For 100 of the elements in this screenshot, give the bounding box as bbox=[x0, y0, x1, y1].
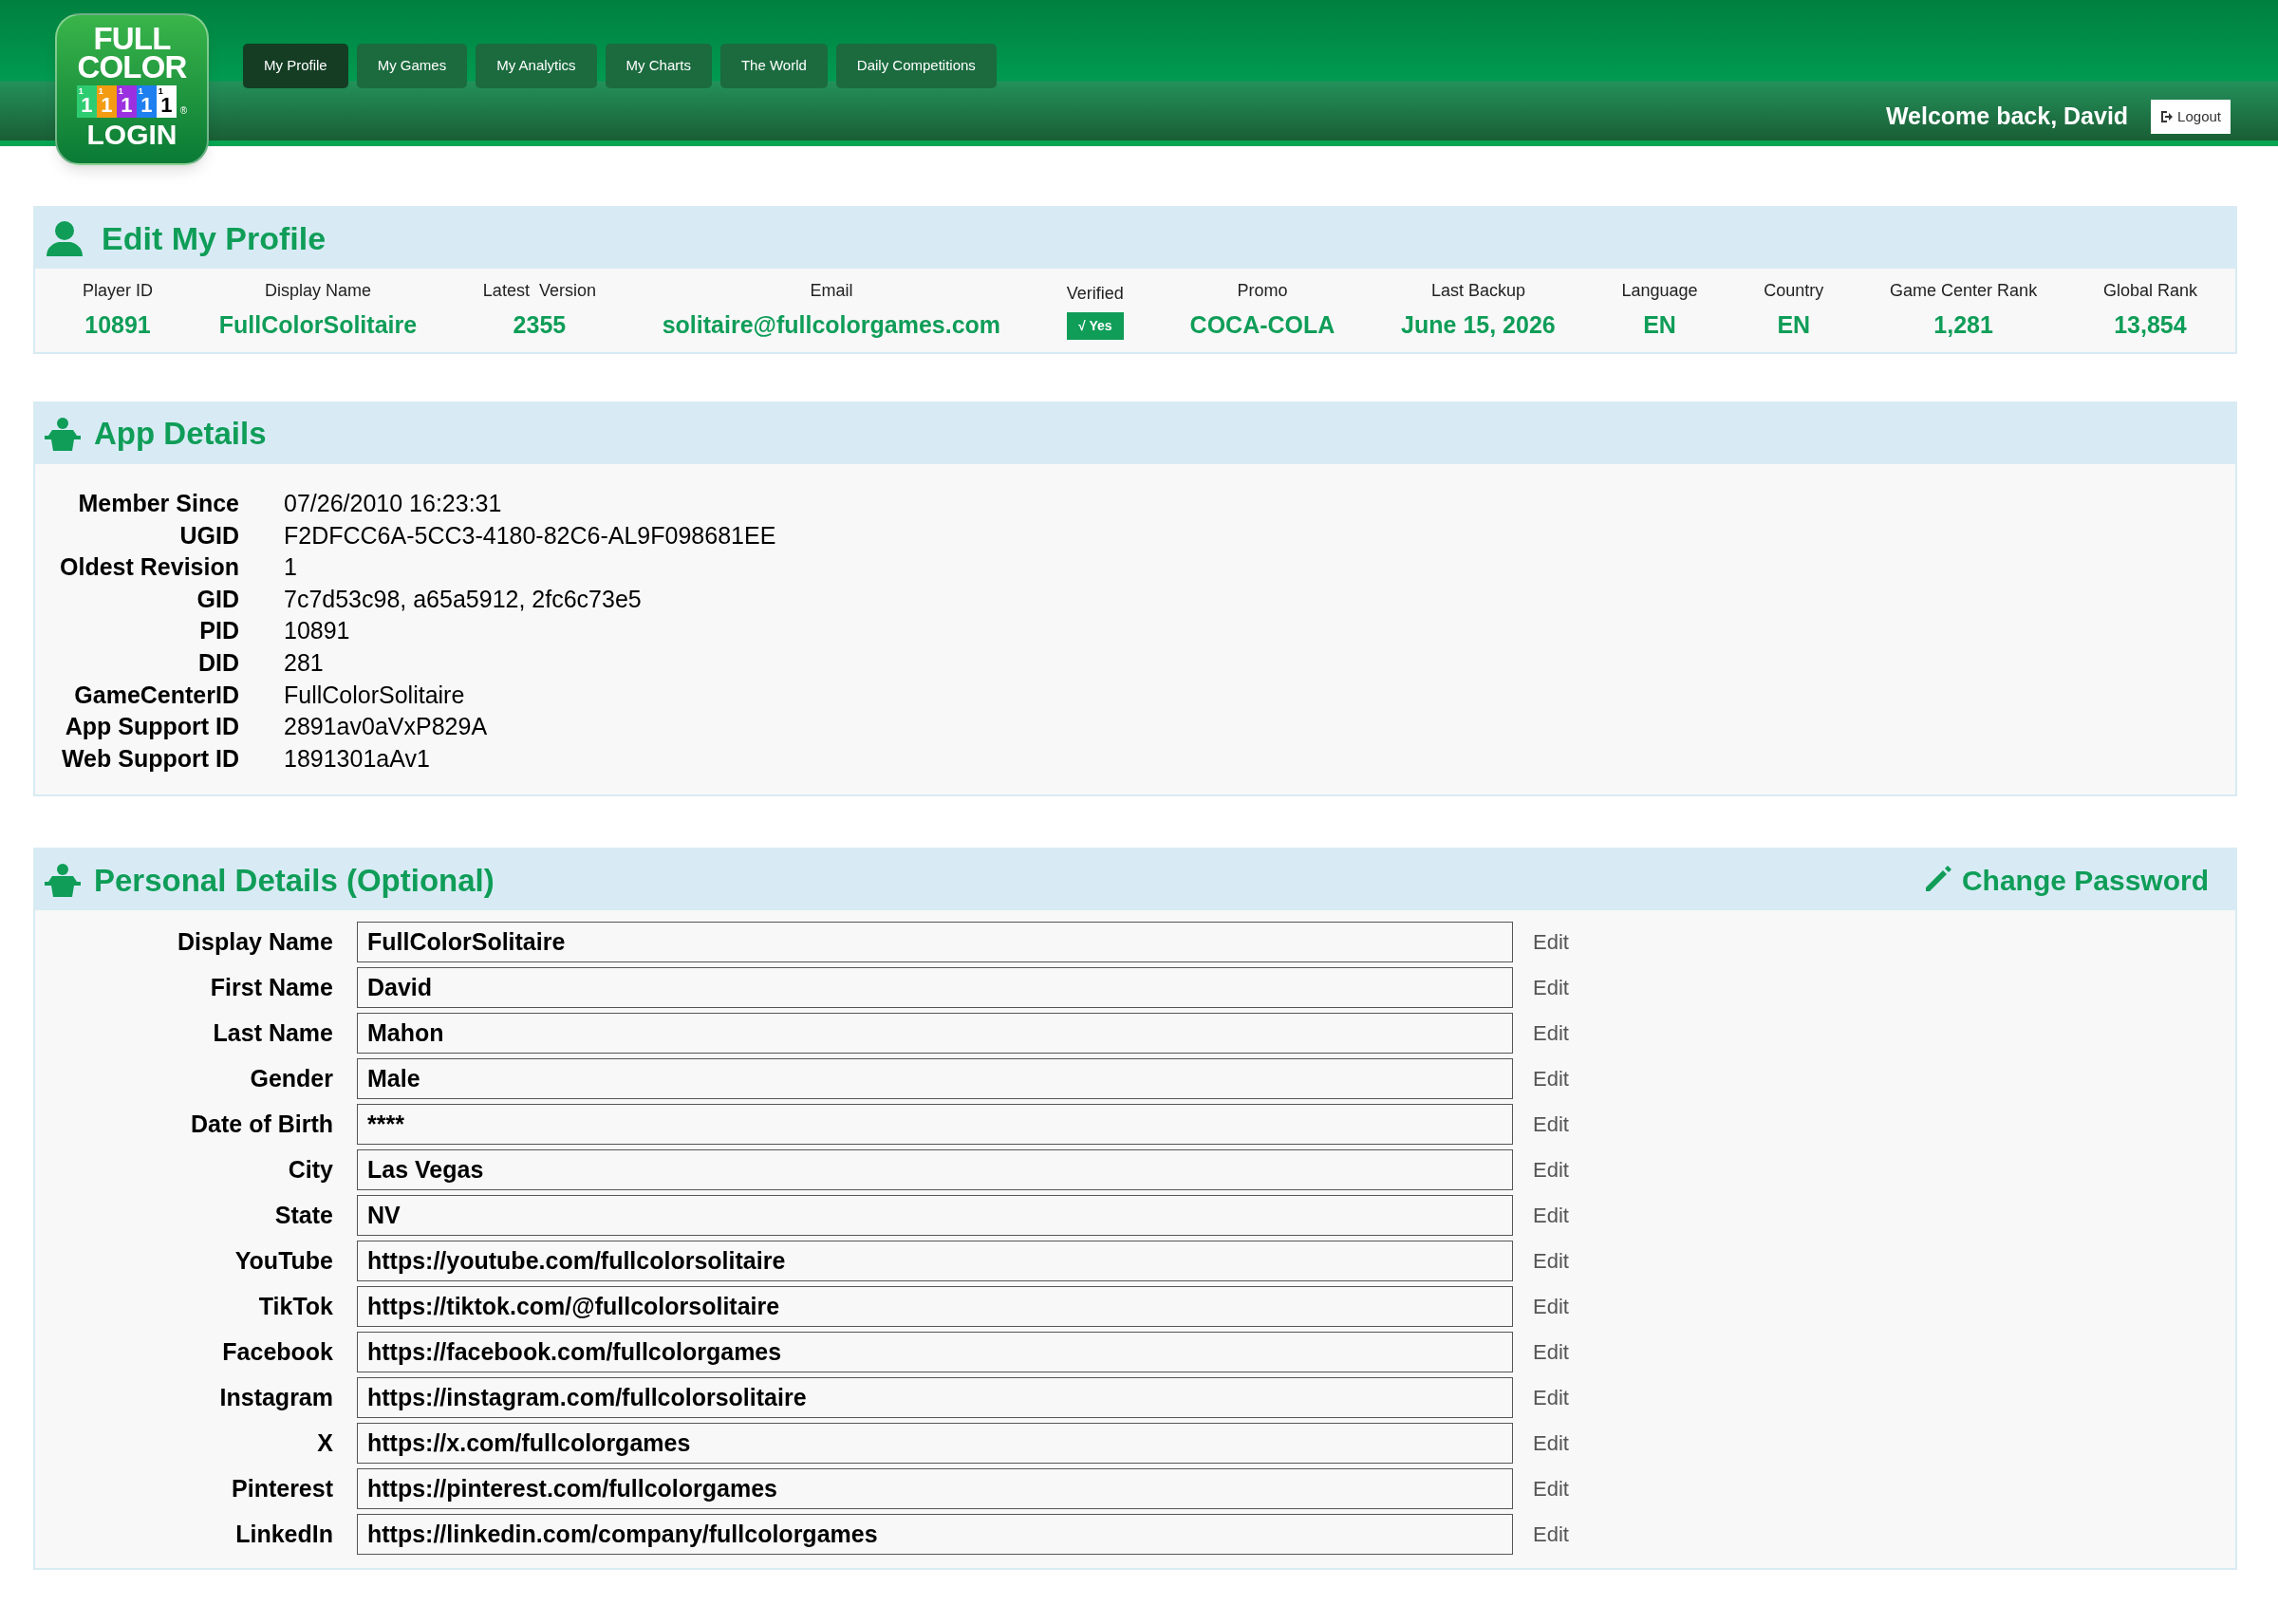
field-label: Instagram bbox=[218, 1383, 333, 1413]
field-value: solitaire@fullcolorgames.com bbox=[662, 309, 1001, 340]
text-field[interactable]: David bbox=[357, 967, 1513, 1009]
edit-link[interactable]: Edit bbox=[1533, 1154, 1569, 1186]
field-label: State bbox=[273, 1201, 333, 1231]
field-label: First Name bbox=[209, 973, 333, 1003]
text-field[interactable]: https://facebook.com/fullcolorgames bbox=[357, 1332, 1513, 1373]
edit-link[interactable]: Edit bbox=[1533, 1291, 1569, 1323]
logout-button[interactable]: Logout bbox=[2151, 99, 2231, 134]
edit-link[interactable]: Edit bbox=[1533, 1109, 1569, 1141]
logo-tile: 1 1 bbox=[76, 85, 97, 118]
detail-value: 1891301aAv1 bbox=[284, 743, 431, 774]
logout-icon bbox=[2160, 109, 2175, 123]
detail-label: UGID bbox=[178, 520, 239, 551]
field-value: June 15, 2026 bbox=[1401, 309, 1556, 340]
text-field[interactable]: FullColorSolitaire bbox=[357, 922, 1513, 963]
field-label: LinkedIn bbox=[234, 1520, 333, 1550]
text-field[interactable]: https://instagram.com/fullcolorsolitaire bbox=[357, 1377, 1513, 1419]
edit-link[interactable]: Edit bbox=[1533, 1017, 1569, 1050]
logo-text: COLOR bbox=[77, 53, 187, 82]
field-value: 13,854 bbox=[2114, 309, 2187, 340]
field-label: Verified bbox=[1066, 283, 1124, 305]
nav-tab[interactable]: My Analytics bbox=[476, 44, 597, 88]
logo[interactable]: FULL COLOR 1 1 1 1 1 1 1 1 1 1 ® LOGIN bbox=[55, 13, 209, 165]
desk-person-icon bbox=[45, 417, 81, 451]
section-title: App Details bbox=[94, 415, 267, 454]
detail-label: Member Since bbox=[77, 489, 239, 518]
field-value: 1,281 bbox=[1933, 309, 1993, 340]
field-label: Pinterest bbox=[231, 1474, 333, 1504]
field-label: Email bbox=[810, 279, 853, 302]
field-label: City bbox=[287, 1155, 333, 1185]
field-value: 10891 bbox=[84, 309, 151, 340]
text-field[interactable]: **** bbox=[357, 1104, 1513, 1146]
field-label: TikTok bbox=[257, 1292, 333, 1322]
detail-value: 281 bbox=[284, 647, 325, 678]
field-label: Last Backup bbox=[1430, 279, 1525, 302]
text-field[interactable]: https://x.com/fullcolorgames bbox=[357, 1423, 1513, 1465]
edit-link[interactable]: Edit bbox=[1533, 1519, 1569, 1551]
field-label: Language bbox=[1621, 279, 1698, 302]
detail-value: 1 bbox=[284, 552, 298, 583]
registered-mark: ® bbox=[179, 104, 188, 118]
detail-value: FullColorSolitaire bbox=[284, 680, 466, 710]
logo-tile: 1 1 bbox=[136, 85, 157, 118]
field-label: Display Name bbox=[264, 279, 371, 302]
logo-text: FULL bbox=[93, 25, 171, 53]
detail-value: 07/26/2010 16:23:31 bbox=[284, 489, 503, 518]
edit-link[interactable]: Edit bbox=[1533, 926, 1569, 959]
edit-link[interactable]: Edit bbox=[1533, 1245, 1569, 1278]
field-label: X bbox=[316, 1428, 333, 1459]
field-label: Facebook bbox=[221, 1337, 333, 1368]
edit-link[interactable]: Edit bbox=[1533, 1428, 1569, 1460]
section-title: Edit My Profile bbox=[102, 218, 327, 258]
edit-link[interactable]: Edit bbox=[1533, 1063, 1569, 1095]
field-label: Display Name bbox=[177, 927, 333, 958]
edit-link[interactable]: Edit bbox=[1533, 1382, 1569, 1414]
text-field[interactable]: https://youtube.com/fullcolorsolitaire bbox=[357, 1241, 1513, 1282]
verified-badge: √ Yes bbox=[1067, 312, 1124, 340]
edit-link[interactable]: Edit bbox=[1533, 972, 1569, 1004]
field-label: YouTube bbox=[233, 1246, 333, 1277]
text-field[interactable]: https://linkedin.com/company/fullcolorgames bbox=[357, 1514, 1513, 1556]
field-label: Global Rank bbox=[2102, 279, 2197, 302]
detail-value: F2DFCC6A-5CC3-4180-82C6-AL9F098681EE bbox=[284, 520, 777, 551]
field-label: Gender bbox=[249, 1064, 333, 1094]
logo-text: LOGIN bbox=[86, 120, 177, 150]
nav-tab[interactable]: The World bbox=[719, 44, 828, 88]
nav-tab[interactable]: My Games bbox=[356, 44, 468, 88]
nav-tab[interactable]: My Charts bbox=[605, 44, 712, 88]
text-field[interactable]: NV bbox=[357, 1195, 1513, 1237]
edit-link[interactable]: Edit bbox=[1533, 1473, 1569, 1505]
edit-link[interactable]: Edit bbox=[1533, 1200, 1569, 1232]
text-field[interactable]: https://pinterest.com/fullcolorgames bbox=[357, 1468, 1513, 1510]
field-label: Country bbox=[1764, 279, 1824, 302]
logo-tile: 1 1 bbox=[96, 85, 117, 118]
detail-label: App Support ID bbox=[64, 712, 239, 742]
text-field[interactable]: Mahon bbox=[357, 1013, 1513, 1055]
nav-tab[interactable]: My Profile bbox=[243, 44, 348, 88]
detail-value: 7c7d53c98, a65a5912, 2fc6c73e5 bbox=[284, 584, 643, 614]
text-field[interactable]: Las Vegas bbox=[357, 1149, 1513, 1191]
detail-label: Web Support ID bbox=[60, 743, 239, 774]
field-value: 2355 bbox=[513, 309, 567, 340]
field-label: Date of Birth bbox=[190, 1110, 333, 1140]
field-label: Promo bbox=[1237, 279, 1288, 302]
field-label: Latest Version bbox=[482, 279, 596, 302]
text-field[interactable]: https://tiktok.com/@fullcolorsolitaire bbox=[357, 1286, 1513, 1328]
field-label: Last Name bbox=[212, 1018, 333, 1049]
detail-label: PID bbox=[198, 616, 239, 646]
nav-tab[interactable]: Daily Competitions bbox=[835, 44, 997, 88]
detail-value: 2891av0aVxP829A bbox=[284, 712, 489, 742]
user-icon bbox=[45, 220, 84, 256]
section-title: Personal Details (Optional) bbox=[94, 861, 495, 900]
field-value: FullColorSolitaire bbox=[218, 309, 418, 340]
text-field[interactable]: Male bbox=[357, 1058, 1513, 1100]
logo-tile: 1 1 bbox=[116, 85, 137, 118]
detail-value: 10891 bbox=[284, 616, 351, 646]
field-value: COCA-COLA bbox=[1189, 309, 1335, 340]
edit-link[interactable]: Edit bbox=[1533, 1336, 1569, 1369]
field-value: EN bbox=[1777, 309, 1811, 340]
detail-label: GID bbox=[196, 584, 239, 614]
welcome-message: Welcome back, David bbox=[1885, 102, 2129, 131]
detail-label: GameCenterID bbox=[73, 680, 239, 710]
